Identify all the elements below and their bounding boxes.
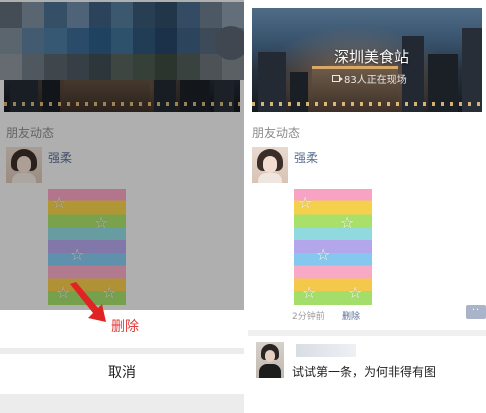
dim-overlay[interactable] [0, 0, 244, 310]
more-icon[interactable]: ·· [466, 305, 486, 319]
comment-text: 试试第一条，为何非得有图 [292, 365, 437, 379]
star-icon: ☆ [302, 283, 317, 302]
post-image[interactable]: ☆ ☆ ☆ ☆ ☆ [294, 189, 372, 305]
divider [248, 330, 486, 336]
red-arrow-icon [70, 282, 106, 322]
delete-button[interactable]: 删除 [0, 310, 244, 348]
left-screen: 朋友动态 强柔 ☆ ☆ ☆ ☆ ☆ 删除 取消 [0, 0, 244, 413]
viewer-count-label: 83人正在现场 [344, 75, 407, 86]
avatar[interactable] [256, 342, 284, 378]
avatar[interactable] [252, 147, 288, 183]
star-icon: ☆ [340, 213, 355, 232]
star-icon: ☆ [316, 245, 331, 264]
building-shape [290, 72, 308, 112]
viewer-count: 83人正在现场 [332, 71, 407, 86]
page-title: 深圳美食站 [334, 48, 410, 66]
star-icon: ☆ [348, 283, 363, 302]
city-lights [252, 102, 482, 106]
star-icon: ☆ [298, 193, 313, 212]
live-camera-icon [332, 75, 343, 82]
building-shape [462, 28, 482, 112]
username[interactable]: 强柔 [294, 149, 318, 166]
cover-image[interactable]: 深圳美食站 83人正在现场 [252, 8, 482, 112]
blurred-name [296, 344, 356, 357]
cancel-button[interactable]: 取消 [0, 354, 244, 394]
section-title: 朋友动态 [252, 126, 301, 140]
delete-link[interactable]: 删除 [342, 309, 360, 322]
post-time: 2分钟前 [292, 312, 325, 322]
